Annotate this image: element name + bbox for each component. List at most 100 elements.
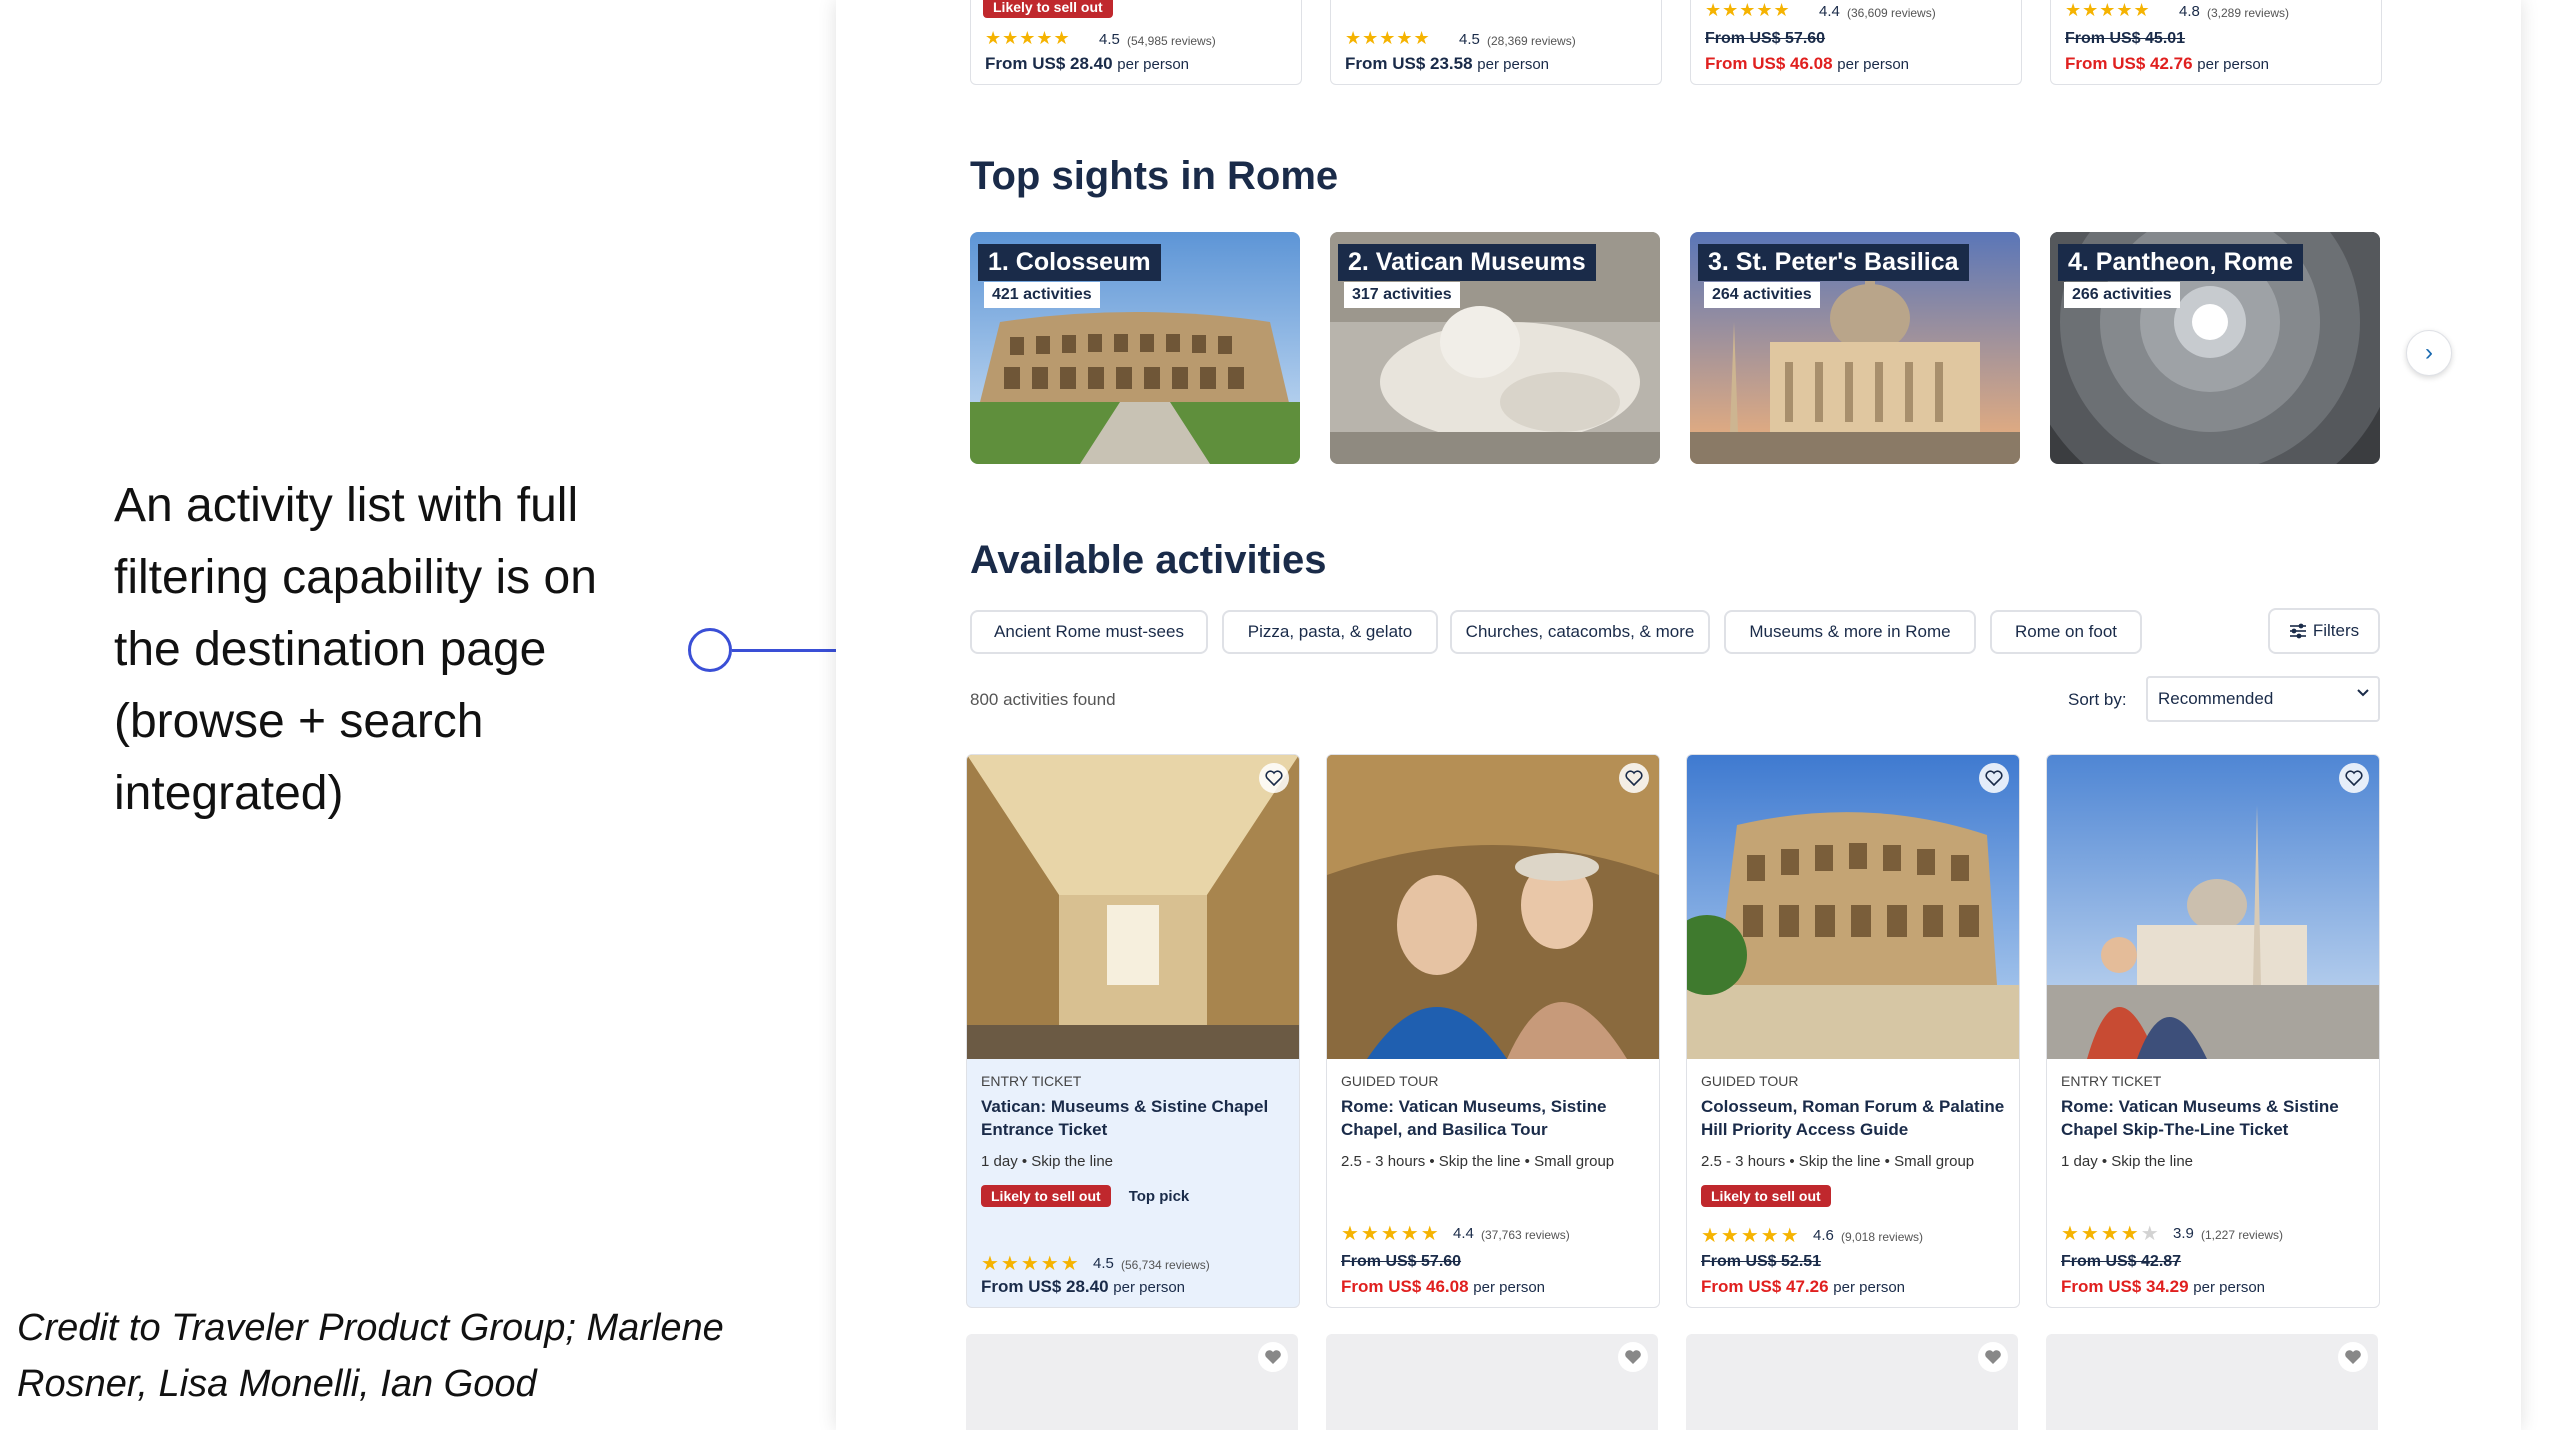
price: From US$ 34.29 per person xyxy=(2061,1277,2266,1296)
heart-icon xyxy=(1985,1350,2001,1364)
original-price: From US$ 42.87 xyxy=(2061,1253,2182,1270)
sight-activity-count: 317 activities xyxy=(1344,282,1460,308)
heart-icon xyxy=(1625,770,1643,786)
review-count: (1,227 reviews) xyxy=(2201,1228,2284,1242)
star-rating-icon: ★★★★★ xyxy=(2061,1223,2161,1245)
rating-value: 4.5 xyxy=(1099,31,1120,48)
review-count: (54,985 reviews) xyxy=(1127,34,1216,48)
activity-meta: 1 day • Skip the line xyxy=(2061,1153,2193,1170)
wishlist-heart-button[interactable] xyxy=(1978,1342,2008,1372)
sight-card-colosseum[interactable]: 1. Colosseum 421 activities xyxy=(970,232,1300,464)
sight-activity-count: 421 activities xyxy=(984,282,1100,308)
sight-card-st-peters-basilica[interactable]: 3. St. Peter's Basilica 264 activities xyxy=(1690,232,2020,464)
review-count: (56,734 reviews) xyxy=(1121,1258,1210,1272)
activity-card-placeholder xyxy=(1326,1334,1658,1430)
price: From US$ 46.08 per person xyxy=(1705,54,1910,73)
star-rating-icon: ★★★★★ xyxy=(1345,28,1431,48)
activity-title[interactable]: Rome: Vatican Museums & Sistine Chapel S… xyxy=(2061,1095,2367,1141)
activity-card-partial[interactable]: Likely to sell out ★★★★★ 4.5 (54,985 rev… xyxy=(970,0,1302,85)
rating-value: 4.8 xyxy=(2179,3,2200,20)
filters-button[interactable]: Filters xyxy=(2268,608,2380,654)
heart-icon xyxy=(1625,1350,1641,1364)
filter-chip-museums[interactable]: Museums & more in Rome xyxy=(1724,610,1976,654)
heart-icon xyxy=(1265,1350,1281,1364)
rating-value: 4.4 xyxy=(1819,3,1840,20)
activity-category: ENTRY TICKET xyxy=(981,1073,1082,1089)
review-count: (9,018 reviews) xyxy=(1841,1230,1924,1244)
callout-line xyxy=(732,649,836,652)
star-rating-icon: ★★★★★ xyxy=(981,1253,1081,1275)
price: From US$ 42.76 per person xyxy=(2065,54,2270,73)
activity-card-placeholder xyxy=(2046,1334,2378,1430)
sort-select[interactable]: Recommended xyxy=(2146,676,2380,722)
heart-icon xyxy=(1985,770,2003,786)
activity-card-partial[interactable]: ★★★★★ 4.5 (28,369 reviews) From US$ 23.5… xyxy=(1330,0,1662,85)
sight-title: 3. St. Peter's Basilica xyxy=(1698,244,1969,281)
price: From US$ 28.40 per person xyxy=(985,54,1190,73)
price: From US$ 47.26 per person xyxy=(1701,1277,1906,1296)
filter-chip-pizza-pasta[interactable]: Pizza, pasta, & gelato xyxy=(1222,610,1438,654)
activity-meta: 1 day • Skip the line xyxy=(981,1153,1113,1170)
carousel-next-button[interactable]: › xyxy=(2406,330,2452,376)
original-price: From US$ 57.60 xyxy=(1705,30,1826,47)
available-activities-heading: Available activities xyxy=(970,538,1327,582)
star-rating-icon: ★★★★★ xyxy=(1701,1225,1801,1247)
sight-activity-count: 266 activities xyxy=(2064,282,2180,308)
chevron-down-icon xyxy=(2357,689,2369,697)
star-rating-icon: ★★★★★ xyxy=(2065,0,2151,20)
original-price: From US$ 45.01 xyxy=(2065,30,2186,47)
slide-credit: Credit to Traveler Product Group; Marlen… xyxy=(17,1307,724,1405)
heart-icon xyxy=(2345,1350,2361,1364)
filter-sliders-icon xyxy=(2289,623,2306,639)
activity-title[interactable]: Colosseum, Roman Forum & Palatine Hill P… xyxy=(1701,1095,2007,1141)
activity-card[interactable]: GUIDED TOUR Colosseum, Roman Forum & Pal… xyxy=(1686,754,2020,1308)
review-count: (28,369 reviews) xyxy=(1487,34,1576,48)
rating-value: 3.9 xyxy=(2173,1225,2194,1242)
activity-card[interactable]: GUIDED TOUR Rome: Vatican Museums, Sisti… xyxy=(1326,754,1660,1308)
top-pick-label: Top pick xyxy=(1128,1187,1190,1205)
sell-out-badge: Likely to sell out xyxy=(1701,1185,1831,1207)
sight-title: 4. Pantheon, Rome xyxy=(2058,244,2304,281)
original-price: From US$ 57.60 xyxy=(1341,1253,1462,1270)
slide-description: An activity list with full filtering cap… xyxy=(114,479,597,820)
filter-chip-rome-on-foot[interactable]: Rome on foot xyxy=(1990,610,2142,654)
wishlist-heart-button[interactable] xyxy=(1618,1342,1648,1372)
review-count: (3,289 reviews) xyxy=(2207,6,2290,20)
sight-title: 1. Colosseum xyxy=(978,244,1161,281)
rating-value: 4.5 xyxy=(1459,31,1480,48)
activity-meta: 2.5 - 3 hours • Skip the line • Small gr… xyxy=(1341,1153,1615,1170)
results-count: 800 activities found xyxy=(970,690,1116,709)
filter-chip-churches[interactable]: Churches, catacombs, & more xyxy=(1450,610,1710,654)
sight-card-vatican-museums[interactable]: 2. Vatican Museums 317 activities xyxy=(1330,232,1660,464)
activity-card[interactable]: ENTRY TICKET Vatican: Museums & Sistine … xyxy=(966,754,1300,1308)
wishlist-heart-button[interactable] xyxy=(1979,763,2009,793)
wishlist-heart-button[interactable] xyxy=(1258,1342,1288,1372)
review-count: (37,763 reviews) xyxy=(1481,1228,1570,1242)
activity-category: GUIDED TOUR xyxy=(1341,1073,1439,1089)
sight-card-pantheon[interactable]: 4. Pantheon, Rome 266 activities xyxy=(2050,232,2380,464)
activity-category: ENTRY TICKET xyxy=(2061,1073,2162,1089)
wishlist-heart-button[interactable] xyxy=(2339,763,2369,793)
review-count: (36,609 reviews) xyxy=(1847,6,1936,20)
wishlist-heart-button[interactable] xyxy=(2338,1342,2368,1372)
sight-activity-count: 264 activities xyxy=(1704,282,1820,308)
star-rating-icon: ★★★★★ xyxy=(985,28,1071,48)
activity-title[interactable]: Vatican: Museums & Sistine Chapel Entran… xyxy=(981,1095,1287,1141)
original-price: From US$ 52.51 xyxy=(1701,1253,1822,1270)
st-peters-square-image xyxy=(2047,755,2379,1059)
destination-page-screenshot: Likely to sell out ★★★★★ 4.5 (54,985 rev… xyxy=(836,0,2521,1430)
top-sights-heading: Top sights in Rome xyxy=(970,154,1339,198)
activity-title[interactable]: Rome: Vatican Museums, Sistine Chapel, a… xyxy=(1341,1095,1647,1141)
activity-card-placeholder xyxy=(966,1334,1298,1430)
activity-card-placeholder xyxy=(1686,1334,2018,1430)
sort-label: Sort by: xyxy=(2068,690,2127,709)
star-rating-icon: ★★★★★ xyxy=(1341,1223,1441,1245)
activity-card[interactable]: ENTRY TICKET Rome: Vatican Museums & Sis… xyxy=(2046,754,2380,1308)
colosseum-tour-image xyxy=(1687,755,2019,1059)
filter-chip-ancient-rome[interactable]: Ancient Rome must-sees xyxy=(970,610,1208,654)
activity-card-partial[interactable]: ★★★★★ 4.8 (3,289 reviews) From US$ 45.01… xyxy=(2050,0,2382,85)
activity-card-partial[interactable]: ★★★★★ 4.4 (36,609 reviews) From US$ 57.6… xyxy=(1690,0,2022,85)
activity-meta: 2.5 - 3 hours • Skip the line • Small gr… xyxy=(1701,1153,1975,1170)
wishlist-heart-button[interactable] xyxy=(1259,763,1289,793)
wishlist-heart-button[interactable] xyxy=(1619,763,1649,793)
